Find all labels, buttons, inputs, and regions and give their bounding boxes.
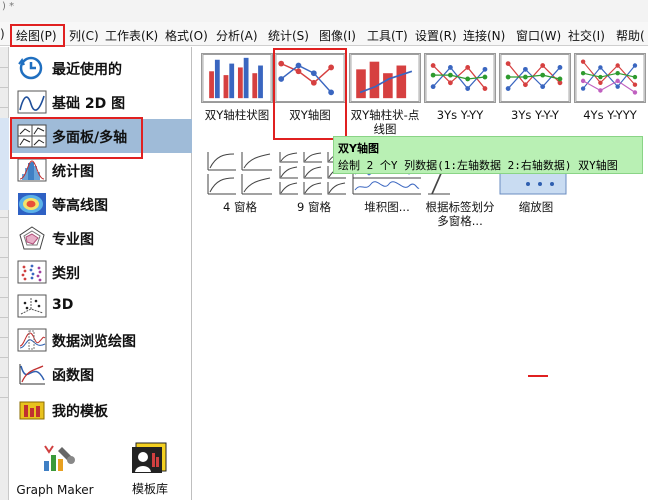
template-label: 根据标签划分多窗格... (425, 200, 495, 228)
category-label: 最近使用的 (52, 62, 122, 78)
menu-analysis[interactable]: 分析(A) (216, 27, 258, 44)
contour-icon (18, 193, 46, 215)
category-recent[interactable]: 最近使用的 (10, 51, 192, 85)
tooltip-title: 双Y轴图 (338, 142, 379, 155)
category-label: 基础 2D 图 (52, 96, 126, 112)
menu-social[interactable]: 社交(I) (568, 27, 605, 44)
category-panel: 最近使用的 基础 2D 图 多面板/多轴 统计图 等高线图 专业图 类别 3D … (10, 47, 192, 500)
my-template-icon (19, 401, 45, 420)
category-contour[interactable]: 等高线图 (10, 187, 192, 221)
category-label: 数据浏览绘图 (52, 334, 136, 350)
template-label: 4Ys Y-YYY (583, 108, 637, 122)
template-label: 3Ys Y-YY (436, 108, 484, 122)
title-bar: ) * (0, 0, 648, 22)
category-my-templates[interactable]: 我的模板 (10, 393, 192, 427)
title-fragment: ) * (2, 1, 15, 12)
worksheet-selection (0, 118, 9, 210)
category-categorical[interactable]: 类别 (10, 255, 192, 289)
4-panel-icon (207, 152, 272, 195)
4ys-y-yyy-icon (574, 53, 646, 103)
category-label: 函数图 (52, 368, 94, 384)
clock-icon (18, 56, 43, 80)
template-label: 双Y轴柱状图 (204, 108, 270, 122)
template-library-button[interactable]: 模板库 (105, 437, 195, 497)
radar-icon (19, 226, 45, 250)
template-label: 堆积图... (364, 200, 410, 214)
red-mark (528, 375, 548, 377)
graph-maker-label: Graph Maker (16, 483, 94, 497)
template-label: 缩放图 (518, 200, 554, 214)
menu-image[interactable]: 图像(I) (319, 27, 356, 44)
category-3d[interactable]: 3D (10, 289, 192, 323)
menu-tools[interactable]: 工具(T) (367, 27, 408, 44)
category-data-explore[interactable]: 数据浏览绘图 (10, 323, 192, 357)
graph-maker-button[interactable]: Graph Maker (10, 437, 100, 497)
worksheet-edge (0, 47, 9, 500)
tooltip-text: 绘制 2 个Y 列数据(1:左轴数据 2:右轴数据) 双Y轴图 (338, 159, 618, 172)
function-plot-icon (19, 364, 45, 385)
3ys-y-y-y-icon (499, 53, 571, 103)
double-y-bar-icon (201, 53, 273, 103)
category-specialized[interactable]: 专业图 (10, 221, 192, 255)
template-library-icon (132, 442, 167, 473)
category-highlight (10, 117, 143, 159)
plot-menu-highlight (10, 24, 65, 47)
category-label: 我的模板 (52, 404, 108, 420)
double-y-bar-line-icon (349, 53, 421, 103)
category-label: 统计图 (52, 164, 94, 180)
template-label: 双Y轴柱状-点线图 (350, 108, 420, 136)
menu-window[interactable]: 窗口(W) (516, 27, 561, 44)
category-label: 类别 (52, 266, 80, 282)
data-explore-icon (17, 328, 47, 352)
3ys-y-yy-icon (424, 53, 496, 103)
scatter-category-icon (17, 260, 47, 284)
3d-scatter-icon (17, 294, 47, 318)
menu-connect[interactable]: 连接(N) (463, 27, 505, 44)
histogram-icon (17, 158, 47, 182)
graph-maker-icon (44, 445, 75, 471)
template-label: 3Ys Y-Y-Y (511, 108, 559, 122)
category-basic-2d[interactable]: 基础 2D 图 (10, 85, 192, 119)
category-label: 专业图 (52, 232, 94, 248)
category-function-plot[interactable]: 函数图 (10, 357, 192, 391)
menu-edge: ) (0, 27, 5, 41)
category-label: 等高线图 (52, 198, 108, 214)
menu-settings[interactable]: 设置(R) (415, 27, 457, 44)
menu-statistics[interactable]: 统计(S) (268, 27, 309, 44)
menu-format[interactable]: 格式(O) (165, 27, 208, 44)
template-library-label: 模板库 (131, 482, 168, 496)
category-label: 3D (52, 297, 74, 313)
menu-column[interactable]: 列(C) (69, 27, 99, 44)
template-tooltip: 双Y轴图 绘制 2 个Y 列数据(1:左轴数据 2:右轴数据) 双Y轴图 (333, 136, 643, 174)
menu-help[interactable]: 帮助( (616, 27, 645, 44)
line-2d-icon (17, 90, 47, 114)
menu-worksheet[interactable]: 工作表(K) (105, 27, 158, 44)
template-highlight (273, 48, 347, 140)
